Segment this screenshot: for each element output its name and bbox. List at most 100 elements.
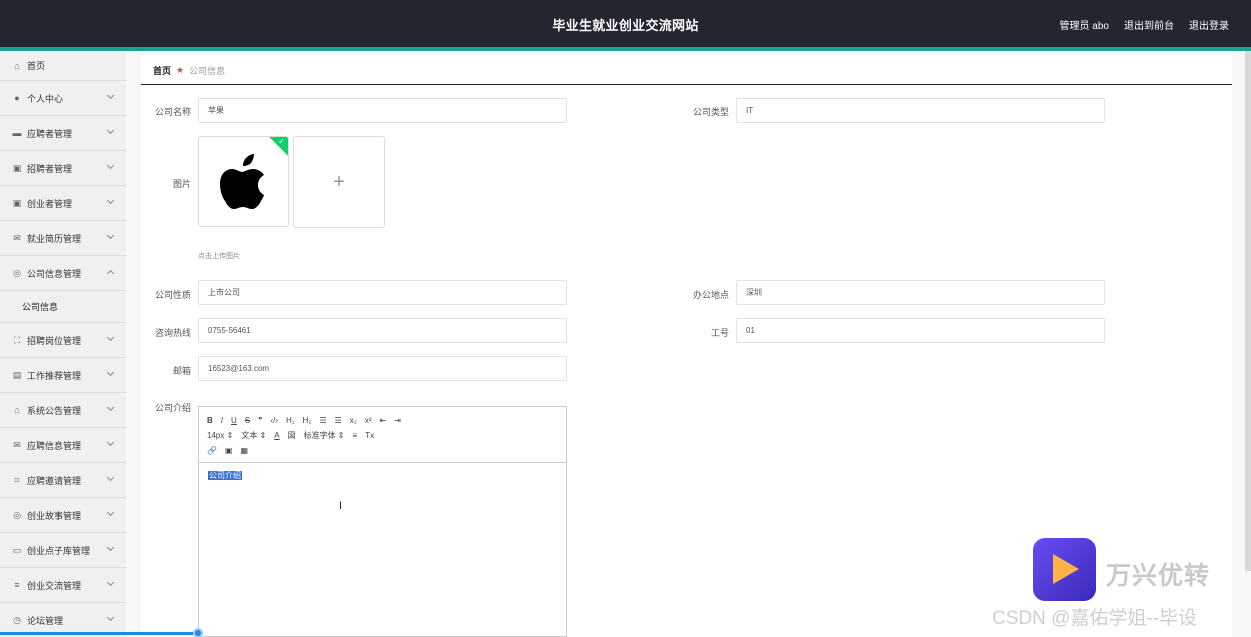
briefcase-icon: ▣ [12, 162, 22, 173]
star-icon: ★ [176, 65, 185, 75]
clear-format-button[interactable]: Tx [365, 431, 374, 440]
breadcrumb-home[interactable]: 首页 [153, 64, 171, 77]
sidebar-item-label: 就业简历管理 [27, 233, 82, 244]
code-button[interactable]: ‹/› [270, 416, 278, 425]
chat-icon: ▭ [12, 544, 22, 555]
italic-button[interactable]: I [221, 416, 223, 425]
sidebar-item-company-info[interactable]: ◎ 公司信息管理 [0, 256, 126, 291]
h2-button[interactable]: H₂ [303, 416, 312, 425]
clipboard-icon: ▤ [12, 369, 22, 380]
nature-field[interactable]: 上市公司 [198, 280, 567, 305]
sidebar-item-label: 个人中心 [27, 93, 64, 104]
sidebar-item-applications[interactable]: ✉ 应聘信息管理 [0, 428, 126, 463]
admin-user-link[interactable]: 管理员 abo [1060, 17, 1109, 32]
company-image-preview[interactable]: ✓ [198, 136, 289, 227]
image-upload-button[interactable]: + [293, 136, 385, 228]
sidebar-item-label: 招聘岗位管理 [27, 335, 82, 346]
sidebar-item-label: 应聘信息管理 [27, 440, 82, 451]
text-cursor-icon: I [339, 500, 343, 512]
bank-icon: ⌂ [14, 405, 20, 415]
outdent-button[interactable]: ⇤ [380, 416, 387, 425]
sidebar-item-profile[interactable]: ● 个人中心 [0, 81, 126, 116]
sidebar-item-applicants[interactable]: ▬ 应聘者管理 [0, 116, 126, 151]
job-no-label: 工号 [710, 328, 729, 338]
top-bar: 毕业生就业创业交流网站 管理员 abo 退出到前台 退出登录 [0, 0, 1251, 47]
video-icon[interactable]: ▦ [241, 446, 249, 455]
chevron-down-icon [106, 368, 115, 377]
subscript-button[interactable]: x₂ [350, 416, 357, 425]
company-type-label: 公司类型 [692, 107, 729, 117]
sidebar-item-recruiters[interactable]: ▣ 招聘者管理 [0, 151, 126, 186]
bullet-list-button[interactable]: ☰ [335, 416, 342, 425]
sidebar-subitem-company-info[interactable]: 公司信息 [0, 291, 126, 323]
apple-logo-icon [220, 154, 264, 209]
toolbar-row-selects: 14px ⇕ 文本 ⇕ A 図 标准字体 ⇕ ≡ Tx [207, 428, 558, 443]
chevron-down-icon [106, 543, 115, 552]
company-name-label: 公司名称 [154, 107, 191, 117]
mail-icon: ✉ [13, 232, 21, 243]
sidebar-item-label: 应聘者管理 [27, 128, 73, 139]
font-size-select[interactable]: 14px ⇕ [207, 431, 233, 440]
sidebar-item-invitations[interactable]: ⌗ 应聘邀请管理 [0, 463, 126, 498]
rich-text-editor[interactable]: B I U S ❞ ‹/› H₁ H₂ ☰ ☰ x₂ x² ⇤ ⇥ 14px ⇕… [198, 406, 567, 637]
hotline-label: 咨询热线 [154, 328, 191, 338]
intro-label: 公司介绍 [154, 403, 191, 413]
vertical-scrollbar[interactable] [1245, 51, 1251, 571]
quote-button[interactable]: ❞ [258, 416, 262, 425]
crop-icon: ⌗ [14, 474, 20, 485]
font-family-select[interactable]: 标准字体 ⇕ [304, 430, 345, 441]
job-no-field[interactable]: 01 [736, 318, 1105, 343]
chevron-down-icon [106, 578, 115, 587]
sidebar-item-label: 招聘者管理 [27, 163, 73, 174]
clock-icon: ◷ [13, 614, 21, 625]
align-button[interactable]: ≡ [353, 431, 358, 440]
horizontal-scrollbar[interactable] [0, 632, 200, 635]
back-to-frontend-link[interactable]: 退出到前台 [1124, 17, 1174, 32]
logout-link[interactable]: 退出登录 [1189, 17, 1229, 32]
location-field[interactable]: 深圳 [736, 280, 1105, 305]
h1-button[interactable]: H₁ [286, 416, 294, 425]
sidebar-item-stories[interactable]: ◎ 创业故事管理 [0, 498, 126, 533]
chevron-down-icon [106, 403, 115, 412]
envelope-icon: ✉ [13, 439, 21, 450]
bold-button[interactable]: B [207, 416, 213, 425]
toolbar-row-media: 🔗 ▣ ▦ [207, 443, 558, 458]
email-label: 邮箱 [172, 366, 191, 376]
sidebar-item-positions[interactable]: ⛶ 招聘岗位管理 [0, 323, 126, 358]
editor-content[interactable]: 公司介绍 [199, 463, 566, 488]
scroll-handle[interactable] [193, 628, 203, 637]
sidebar-item-ideas[interactable]: ▭ 创业点子库管理 [0, 533, 126, 568]
background-button[interactable]: 図 [288, 430, 296, 441]
underline-button[interactable]: U [231, 416, 237, 425]
sidebar-item-recommendations[interactable]: ▤ 工作推荐管理 [0, 358, 126, 393]
location-label: 办公地点 [692, 290, 729, 300]
sidebar-item-announcements[interactable]: ⌂ 系统公告管理 [0, 393, 126, 428]
image-icon[interactable]: ▣ [225, 446, 233, 455]
link-icon[interactable]: 🔗 [207, 446, 217, 455]
plus-icon: + [333, 170, 345, 193]
hotline-field[interactable]: 0755-56461 [198, 318, 567, 343]
sidebar-item-home[interactable]: ⌂ 首页 [0, 51, 126, 81]
header-select[interactable]: 文本 ⇕ [241, 430, 266, 441]
company-type-field[interactable]: IT [736, 98, 1105, 123]
chevron-down-icon [106, 613, 115, 622]
chevron-down-icon [106, 161, 115, 170]
email-field[interactable]: 16523@163.com [198, 356, 567, 381]
chevron-down-icon [106, 196, 115, 205]
sidebar-item-entrepreneurs[interactable]: ▣ 创业者管理 [0, 186, 126, 221]
sidebar-item-exchange[interactable]: ≡ 创业交流管理 [0, 568, 126, 603]
sidebar-item-label: 论坛管理 [27, 615, 64, 626]
chevron-down-icon [106, 508, 115, 517]
sidebar-item-resumes[interactable]: ✉ 就业简历管理 [0, 221, 126, 256]
ordered-list-button[interactable]: ☰ [319, 416, 326, 425]
upload-tip: 点击上传图片 [198, 253, 240, 260]
menu-icon: ≡ [14, 580, 20, 590]
header-value: 文本 [241, 431, 258, 440]
strike-button[interactable]: S [245, 416, 250, 425]
superscript-button[interactable]: x² [365, 416, 372, 425]
company-name-field[interactable]: 苹果 [198, 98, 567, 123]
indent-button[interactable]: ⇥ [394, 416, 401, 425]
breadcrumb-current: 公司信息 [189, 66, 226, 76]
sidebar-item-label: 应聘邀请管理 [27, 475, 82, 486]
color-button[interactable]: A [274, 431, 279, 440]
